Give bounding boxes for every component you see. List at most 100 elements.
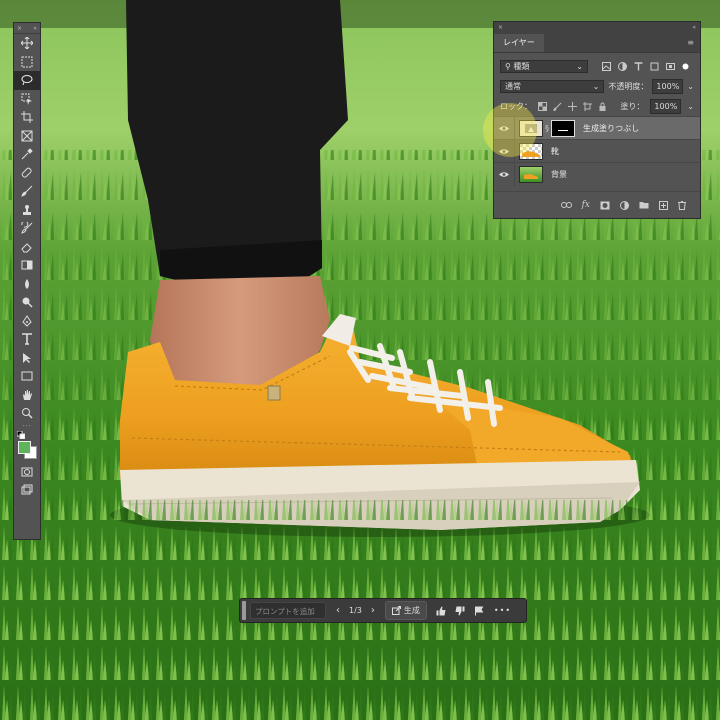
generate-icon (391, 606, 401, 615)
panel-menu-icon[interactable]: ≡ (687, 38, 700, 52)
filter-type-icon[interactable] (634, 61, 643, 71)
marquee-tool[interactable] (14, 53, 40, 72)
screen-mode-icon (21, 484, 33, 495)
fill-label: 塗り： (620, 101, 645, 111)
layer-filter-value: 種類 (513, 61, 530, 71)
layers-panel-chrome[interactable]: × « (494, 22, 700, 32)
frame-tool[interactable] (14, 127, 40, 146)
eye-icon (499, 171, 509, 177)
eraser-tool[interactable] (14, 238, 40, 257)
pen-tool[interactable] (14, 312, 40, 331)
filter-smart-object-icon[interactable] (666, 62, 675, 71)
lock-image-icon[interactable] (553, 102, 562, 111)
crop-tool[interactable] (14, 108, 40, 127)
filter-shape-icon[interactable] (650, 62, 659, 71)
zoom-icon (22, 408, 33, 419)
tools-panel: ×» ··· (13, 22, 41, 540)
chevron-down-icon[interactable]: ⌄ (687, 102, 694, 111)
object-select-tool[interactable] (14, 90, 40, 109)
history-brush-tool[interactable] (14, 219, 40, 238)
blend-mode-select[interactable]: 通常 ⌄ (500, 79, 605, 93)
brush-tool[interactable] (14, 182, 40, 201)
lock-artboard-icon[interactable] (583, 101, 592, 111)
background-thumb-image (524, 173, 538, 179)
prompt-input[interactable]: プロンプトを追加 (250, 602, 326, 619)
filter-pixel-icon[interactable] (602, 61, 611, 71)
foreground-color-swatch[interactable] (18, 440, 31, 454)
type-tool[interactable] (14, 330, 40, 349)
marquee-icon (21, 56, 33, 68)
visibility-toggle[interactable] (494, 139, 515, 163)
next-variation-button[interactable]: › (371, 605, 375, 616)
move-tool[interactable] (14, 34, 40, 53)
layers-panel: ×« レイヤー ≡ ⚲ 種類 ⌄ 通常 ⌄ 不透明度： 100% ⌄ ロック： (493, 21, 701, 219)
lock-label: ロック： (500, 101, 532, 111)
opacity-input[interactable]: 100% (652, 78, 684, 94)
screen-mode-button[interactable] (14, 481, 40, 500)
healing-brush-icon (21, 167, 32, 178)
previous-variation-button[interactable]: ‹ (336, 605, 340, 616)
dodge-tool[interactable] (14, 293, 40, 312)
visibility-toggle[interactable] (494, 162, 515, 186)
history-brush-icon (21, 222, 33, 234)
thumbs-down-icon[interactable] (455, 606, 465, 616)
gradient-tool[interactable] (14, 256, 40, 275)
layer-row-background[interactable]: 背景 (494, 162, 700, 186)
lasso-icon (21, 75, 33, 86)
fill-input[interactable]: 100% (650, 98, 682, 114)
clone-stamp-icon (23, 204, 31, 215)
eye-icon (499, 125, 509, 131)
layer-filter-select[interactable]: ⚲ 種類 ⌄ (500, 59, 588, 73)
chain-link-icon[interactable]: § (545, 124, 549, 133)
layer-row-generative-fill[interactable]: § 生成塗りつぶし (494, 116, 700, 140)
mask-icon[interactable] (600, 201, 610, 210)
more-icon[interactable]: ••• (494, 606, 511, 615)
chevron-down-icon[interactable]: ⌄ (687, 82, 694, 91)
hand-tool[interactable] (14, 386, 40, 405)
pen-icon (22, 314, 32, 327)
eyedropper-tool[interactable] (14, 145, 40, 164)
layer-name: 背景 (551, 169, 567, 179)
background-layer-thumbnail (519, 165, 543, 183)
zoom-tool[interactable] (14, 404, 40, 423)
default-colors-icon[interactable] (17, 430, 25, 439)
fx-icon[interactable]: fx (582, 200, 590, 210)
shoe-thumb-image (522, 150, 540, 157)
type-icon (22, 333, 32, 346)
rectangle-tool[interactable] (14, 367, 40, 386)
folder-icon[interactable] (639, 201, 649, 209)
adjustment-icon[interactable] (620, 200, 629, 210)
new-layer-icon[interactable] (659, 200, 668, 210)
lock-transparent-icon[interactable] (538, 101, 547, 111)
lasso-tool[interactable] (14, 71, 40, 90)
lock-position-icon[interactable] (568, 101, 577, 111)
link-icon[interactable] (560, 201, 572, 209)
gradient-icon (21, 260, 33, 270)
blur-tool[interactable] (14, 275, 40, 294)
layer-mask-thumbnail[interactable] (551, 119, 575, 137)
trash-icon[interactable] (678, 200, 686, 210)
opacity-label: 不透明度： (608, 81, 649, 91)
generate-label: 生成 (403, 606, 420, 615)
lock-all-icon[interactable] (598, 102, 607, 111)
clone-stamp-tool[interactable] (14, 201, 40, 220)
flag-icon[interactable] (474, 606, 484, 616)
tab-layers[interactable]: レイヤー (494, 34, 544, 52)
generative-layer-thumbnail (519, 119, 543, 137)
tools-panel-header[interactable]: ×» (14, 23, 40, 34)
layer-name: 生成塗りつぶし (583, 123, 640, 133)
chevron-down-icon: ⌄ (592, 81, 600, 91)
smart-object-badge-icon (525, 123, 537, 133)
object-select-icon (21, 93, 32, 105)
thumbs-up-icon[interactable] (436, 606, 446, 616)
drag-handle[interactable] (242, 601, 246, 620)
filter-adjustment-icon[interactable] (618, 61, 627, 71)
crop-icon (21, 111, 33, 124)
path-select-tool[interactable] (14, 349, 40, 368)
healing-brush-tool[interactable] (14, 164, 40, 183)
quick-mask-button[interactable] (14, 463, 40, 482)
generate-button[interactable]: 生成 (384, 601, 427, 620)
visibility-toggle[interactable] (494, 116, 515, 140)
layer-row-shoe[interactable]: 靴 (494, 139, 700, 163)
filter-toggle-icon[interactable] (682, 63, 689, 70)
